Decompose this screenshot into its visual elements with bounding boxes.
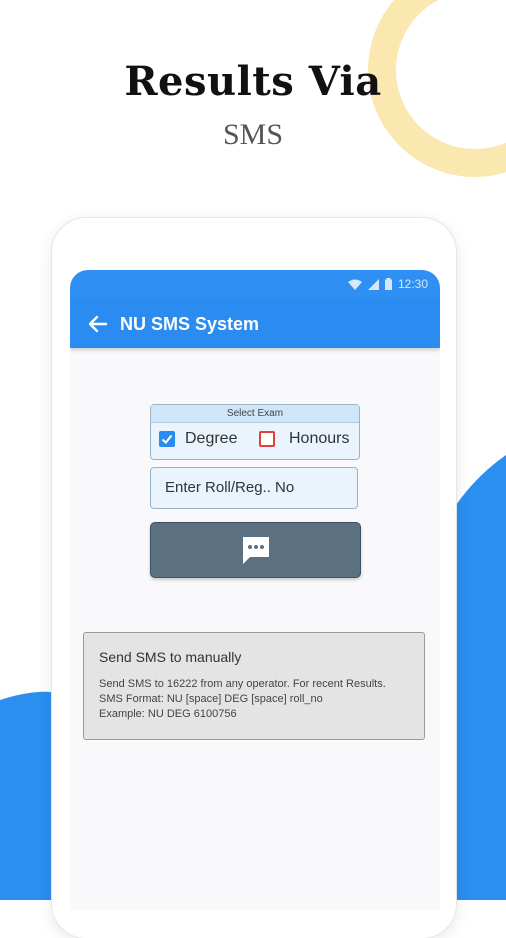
manual-line: Send SMS to 16222 from any operator. For… bbox=[99, 678, 386, 690]
back-button[interactable] bbox=[78, 300, 118, 348]
option-degree[interactable]: Degree bbox=[159, 430, 237, 448]
roll-input[interactable]: Enter Roll/Reg.. No bbox=[150, 467, 358, 509]
message-icon bbox=[242, 537, 269, 564]
send-sms-button[interactable] bbox=[150, 522, 361, 578]
option-honours[interactable]: Honours bbox=[259, 430, 349, 448]
status-bar: 12:30 bbox=[70, 270, 440, 300]
battery-icon bbox=[384, 278, 392, 290]
wifi-icon bbox=[347, 279, 362, 290]
manual-line: Example: NU DEG 6100756 bbox=[99, 708, 237, 720]
manual-title: Send SMS to manually bbox=[99, 649, 242, 665]
exam-selector: Select Exam Degree Honours bbox=[150, 404, 360, 460]
degree-label: Degree bbox=[185, 430, 238, 447]
degree-checkbox[interactable] bbox=[159, 431, 175, 447]
arrow-back-icon bbox=[88, 315, 108, 333]
honours-checkbox[interactable] bbox=[259, 431, 275, 447]
status-time: 12:30 bbox=[397, 277, 428, 291]
manual-line: SMS Format: NU [space] DEG [space] roll_… bbox=[99, 693, 323, 705]
app-bar: NU SMS System bbox=[70, 300, 440, 348]
app-screen: 12:30 NU SMS System Select Exam Degree H… bbox=[70, 270, 440, 910]
app-title: NU SMS System bbox=[120, 313, 260, 334]
exam-selector-header: Select Exam bbox=[151, 405, 359, 423]
honours-label: Honours bbox=[289, 430, 350, 447]
check-icon bbox=[161, 434, 173, 444]
promo-title: Results Via bbox=[124, 58, 382, 105]
signal-icon bbox=[367, 278, 379, 290]
promo-subtitle: SMS bbox=[222, 118, 284, 151]
manual-sms-info: Send SMS to manually Send SMS to 16222 f… bbox=[83, 632, 425, 740]
blue-wave-left bbox=[0, 691, 60, 900]
